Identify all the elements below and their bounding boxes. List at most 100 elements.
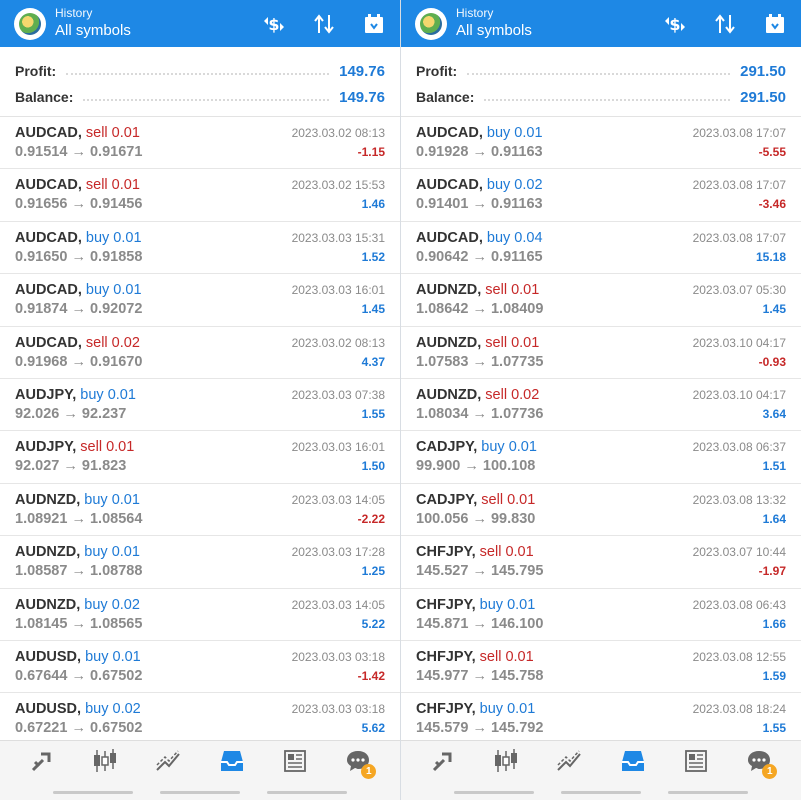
header-titles[interactable]: History All symbols [55,6,131,40]
trade-row[interactable]: CADJPY, sell 0.01 100.056 → 99.830 2023.03… [401,484,801,537]
header-titles[interactable]: History All symbols [456,6,532,40]
trade-profit: 1.64 [762,511,786,526]
trade-symbol: AUDJPY, [15,386,77,403]
trade-row[interactable]: AUDCAD, sell 0.02 0.91968 → 0.91670 2023.0… [0,327,400,379]
account-summary: Profit: 291.50 Balance: 291.50 [401,47,801,117]
bottom-navigation: 1 [401,740,801,800]
trade-side: sell 0.01 [485,334,540,351]
trade-side: buy 0.02 [85,701,141,718]
trade-side: sell 0.01 [479,544,534,561]
trade-side: sell 0.01 [485,282,540,299]
trade-time: 2023.03.03 14:05 [291,492,385,507]
trade-profit: -1.42 [357,668,385,683]
trade-time: 2023.03.08 06:37 [692,440,786,455]
trade-row[interactable]: AUDNZD, buy 0.01 1.08921 → 1.08564 2023.03… [0,484,400,537]
nav-trend-button[interactable] [148,745,188,781]
trade-prices: 1.07583 → 1.07735 [416,353,544,370]
trade-row[interactable]: AUDCAD, buy 0.02 0.91401 → 0.91163 2023.03… [401,169,801,222]
gesture-bar [454,791,535,794]
trade-side: sell 0.02 [485,386,540,403]
top-app-bar: History All symbols $ [0,0,400,47]
nav-news-button[interactable] [676,745,716,781]
trade-profit: 1.66 [762,616,786,631]
trade-prices: 1.08034 → 1.07736 [416,405,544,422]
sort-icon[interactable] [707,6,743,42]
trade-row[interactable]: AUDNZD, sell 0.01 1.07583 → 1.07735 2023.0… [401,327,801,379]
trade-side: buy 0.01 [85,229,142,246]
trade-time: 2023.03.07 10:44 [692,545,786,560]
trade-side: buy 0.01 [479,701,536,718]
trade-row[interactable]: CHFJPY, buy 0.01 145.871 → 146.100 2023.03… [401,589,801,641]
trade-symbol: CHFJPY, [416,701,476,718]
trade-row[interactable]: AUDNZD, buy 0.02 1.08145 → 1.08565 2023.03… [0,589,400,641]
trade-side: sell 0.01 [80,439,135,456]
nav-chat-button[interactable]: 1 [338,745,378,781]
trade-row[interactable]: AUDCAD, buy 0.01 0.91874 → 0.92072 2023.03… [0,274,400,327]
nav-news-button[interactable] [275,745,315,781]
nav-history-inbox-button[interactable] [212,745,252,781]
trade-side: buy 0.02 [486,177,543,194]
app-logo-icon[interactable] [14,7,46,40]
trade-prices: 0.91650 → 0.91858 [15,248,143,265]
profit-label: Profit: [416,63,458,79]
trade-row[interactable]: AUDCAD, buy 0.01 0.91650 → 0.91858 2023.03… [0,222,400,275]
nav-trade-button[interactable] [22,745,62,781]
trade-prices: 1.08587 → 1.08788 [15,563,143,580]
nav-trend-button[interactable] [549,745,589,781]
gesture-bar [667,791,748,794]
nav-history-inbox-button[interactable] [613,745,653,781]
trade-row[interactable]: CHFJPY, sell 0.01 145.527 → 145.795 2023.0… [401,536,801,589]
currency-exchange-icon[interactable]: $ [657,6,693,42]
trade-row[interactable]: AUDCAD, buy 0.01 0.91928 → 0.91163 2023.03… [401,117,801,170]
calendar-period-icon[interactable] [356,6,392,42]
trade-row[interactable]: AUDCAD, sell 0.01 0.91514 → 0.91671 2023.0… [0,117,400,170]
trade-profit: 1.55 [361,406,385,421]
trade-prices: 0.67644 → 0.67502 [15,667,143,684]
trade-side: sell 0.01 [479,648,534,665]
trade-row[interactable]: AUDNZD, sell 0.01 1.08642 → 1.08409 2023.0… [401,274,801,327]
calendar-period-icon[interactable] [757,6,793,42]
chart-candles-icon [492,748,520,779]
trade-prices: 1.08642 → 1.08409 [416,301,544,318]
nav-trade-button[interactable] [423,745,463,781]
trade-row[interactable]: CHFJPY, buy 0.01 145.579 → 145.792 2023.03… [401,693,801,746]
nav-chart-candles-button[interactable] [486,745,526,781]
trade-row[interactable]: CHFJPY, sell 0.01 145.977 → 145.758 2023.0… [401,641,801,694]
sort-icon[interactable] [306,6,342,42]
trade-row[interactable]: AUDJPY, buy 0.01 92.026 → 92.237 2023.03.0… [0,379,400,432]
trade-profit: -3.46 [758,197,786,212]
history-inbox-icon [619,748,647,779]
trade-row[interactable]: AUDJPY, sell 0.01 92.027 → 91.823 2023.03.… [0,431,400,484]
trade-time: 2023.03.08 13:32 [692,492,786,507]
trade-row[interactable]: AUDNZD, buy 0.01 1.08587 → 1.08788 2023.03… [0,536,400,589]
trade-row[interactable]: AUDUSD, buy 0.01 0.67644 → 0.67502 2023.03… [0,641,400,694]
trade-profit: 1.46 [361,197,385,212]
trade-side: buy 0.01 [486,125,543,141]
notification-badge: 1 [762,764,778,779]
trade-row[interactable]: AUDUSD, buy 0.02 0.67221 → 0.67502 2023.03… [0,693,400,746]
trade-profit: 1.50 [361,459,385,474]
app-logo-icon[interactable] [415,7,447,40]
trade-time: 2023.03.10 04:17 [692,387,786,402]
trade-row[interactable]: AUDNZD, sell 0.02 1.08034 → 1.07736 2023.0… [401,379,801,432]
trade-history-list: AUDCAD, sell 0.01 0.91514 → 0.91671 2023.0… [0,117,400,746]
news-icon [282,748,308,779]
symbol-filter-title: All symbols [456,22,532,40]
trade-side: buy 0.01 [479,596,536,613]
trade-symbol: AUDNZD, [416,282,482,299]
trade-profit: 5.22 [361,616,385,631]
nav-chart-candles-button[interactable] [85,745,125,781]
svg-text:$: $ [669,15,680,34]
balance-label: Balance: [416,89,475,105]
trade-prices: 0.91874 → 0.92072 [15,301,143,318]
currency-exchange-icon[interactable]: $ [256,6,292,42]
trade-symbol: AUDCAD, [15,334,82,351]
trade-row[interactable]: AUDCAD, buy 0.04 0.90642 → 0.91165 2023.03… [401,222,801,275]
trade-row[interactable]: CADJPY, buy 0.01 99.900 → 100.108 2023.03.… [401,431,801,484]
trade-row[interactable]: AUDCAD, sell 0.01 0.91656 → 0.91456 2023.0… [0,169,400,222]
trade-time: 2023.03.02 15:53 [291,178,385,193]
trade-symbol: CHFJPY, [416,648,476,665]
trade-time: 2023.03.02 08:13 [291,126,385,140]
nav-chat-button[interactable]: 1 [739,745,779,781]
trade-prices: 0.91968 → 0.91670 [15,353,143,370]
